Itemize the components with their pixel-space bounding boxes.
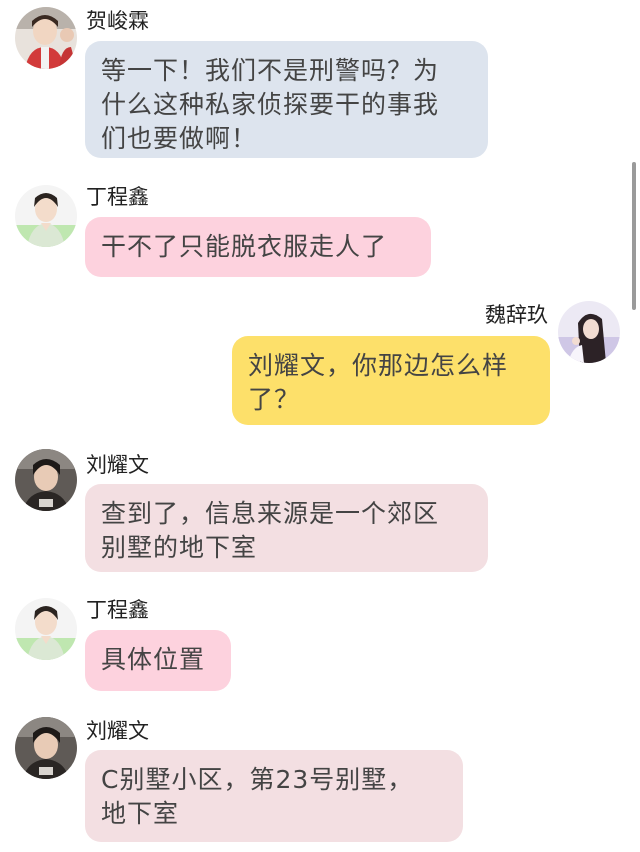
message-text-line: 等一下！我们不是刑警吗？为 — [101, 56, 440, 85]
boy-green-background-avatar-icon[interactable] — [15, 598, 77, 660]
sender-name: 贺峻霖 — [86, 9, 149, 33]
message-bubble[interactable]: 具体位置 — [85, 630, 231, 691]
boy-green-background-avatar-icon[interactable] — [15, 185, 77, 247]
message-text-line: 刘耀文，你那边怎么样 — [248, 351, 509, 380]
message-text-line: 了？ — [248, 385, 301, 414]
message-text-line: C别墅小区，第23号别墅， — [101, 765, 414, 794]
sender-name: 刘耀文 — [86, 453, 149, 477]
sender-name: 丁程鑫 — [86, 185, 149, 209]
boy-dark-photo-avatar-icon[interactable] — [15, 449, 77, 511]
message-bubble[interactable]: 查到了，信息来源是一个郊区 别墅的地下室 — [85, 484, 488, 572]
message-bubble[interactable]: C别墅小区，第23号别墅， 地下室 — [85, 750, 463, 842]
message-bubble[interactable]: 干不了只能脱衣服走人了 — [85, 217, 431, 277]
message-item: 刘耀文 C别墅小区，第23号别墅， 地下室 — [0, 712, 640, 852]
message-item: 丁程鑫 干不了只能脱衣服走人了 — [0, 180, 640, 280]
message-text-line: 什么这种私家侦探要干的事我 — [101, 90, 440, 119]
message-text-line: 具体位置 — [101, 645, 206, 674]
message-bubble[interactable]: 等一下！我们不是刑警吗？为 什么这种私家侦探要干的事我 们也要做啊！ — [85, 41, 488, 158]
message-text-line: 干不了只能脱衣服走人了 — [101, 232, 388, 261]
sender-name: 魏辞玖 — [485, 303, 548, 327]
message-text-line: 别墅的地下室 — [101, 533, 258, 562]
message-item: 贺峻霖 等一下！我们不是刑警吗？为 什么这种私家侦探要干的事我 们也要做啊！ — [0, 0, 640, 165]
boy-dark-photo-avatar-icon[interactable] — [15, 717, 77, 779]
vertical-scrollbar[interactable] — [632, 162, 636, 310]
message-text-line: 查到了，信息来源是一个郊区 — [101, 499, 440, 528]
boy-red-shirt-avatar-icon[interactable] — [15, 7, 77, 69]
girl-long-hair-avatar-icon[interactable] — [558, 301, 620, 363]
message-text-line: 们也要做啊！ — [101, 124, 258, 153]
message-bubble[interactable]: 刘耀文，你那边怎么样 了？ — [232, 336, 550, 425]
message-item: 魏辞玖 刘耀文，你那边怎么样 了？ — [0, 295, 640, 427]
message-item: 丁程鑫 具体位置 — [0, 593, 640, 693]
sender-name: 丁程鑫 — [86, 598, 149, 622]
message-item: 刘耀文 查到了，信息来源是一个郊区 别墅的地下室 — [0, 444, 640, 576]
sender-name: 刘耀文 — [86, 719, 149, 743]
message-text-line: 地下室 — [101, 799, 180, 828]
chat-thread: 贺峻霖 等一下！我们不是刑警吗？为 什么这种私家侦探要干的事我 们也要做啊！ 丁… — [0, 0, 640, 852]
